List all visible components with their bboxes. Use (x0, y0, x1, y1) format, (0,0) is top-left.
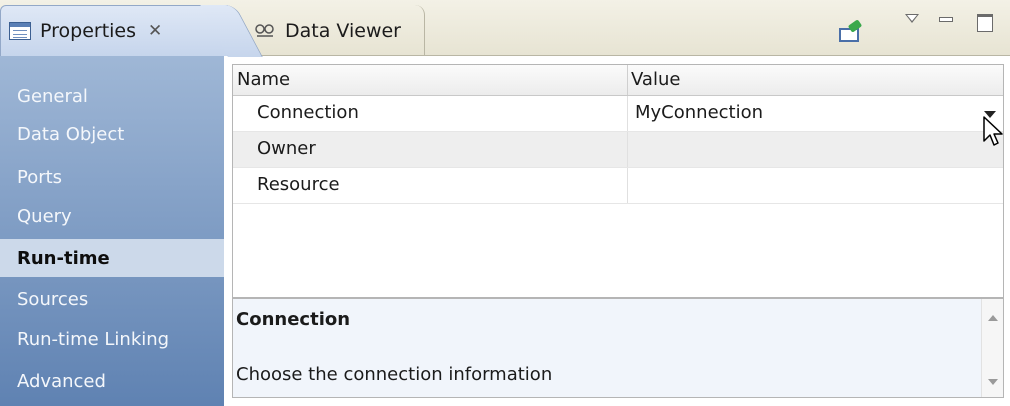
view-menu-icon[interactable] (905, 14, 919, 23)
properties-icon (9, 22, 31, 40)
sidebar-item-label: Ports (17, 166, 63, 188)
data-viewer-icon (254, 22, 276, 40)
mouse-cursor-icon (983, 116, 1003, 146)
description-text: Choose the connection information (236, 364, 553, 385)
sidebar-item-general[interactable]: General (0, 77, 224, 115)
table-header: Name Value (233, 65, 1003, 96)
description-title: Connection (236, 309, 351, 330)
sidebar-item-label: Query (17, 205, 72, 227)
pin-editor-icon[interactable] (837, 19, 863, 44)
column-header-value[interactable]: Value (631, 69, 680, 90)
description-scrollbar[interactable] (981, 299, 1003, 397)
table-row[interactable]: Connection MyConnection (233, 96, 1003, 132)
sidebar-item-label: Sources (17, 288, 89, 310)
close-tab-icon[interactable]: ✕ (148, 21, 162, 41)
tab-properties[interactable]: Properties ✕ (0, 5, 228, 56)
table-row[interactable]: Resource (233, 168, 1003, 204)
tab-properties-label: Properties (40, 20, 137, 42)
sidebar-item-run-time[interactable]: Run-time (0, 239, 224, 277)
sidebar-item-advanced[interactable]: Advanced (0, 362, 224, 400)
properties-sidebar: General Data Object Ports Query Run-time… (0, 56, 224, 406)
sidebar-item-data-object[interactable]: Data Object (0, 115, 224, 153)
scroll-up-icon[interactable] (988, 315, 998, 321)
sidebar-item-label: Advanced (17, 370, 106, 392)
table-row[interactable]: Owner (233, 132, 1003, 168)
property-value[interactable]: MyConnection (635, 102, 763, 123)
sidebar-item-label: Data Object (17, 123, 125, 145)
properties-table: Name Value Connection MyConnection Owner… (232, 64, 1004, 298)
sidebar-item-sources[interactable]: Sources (0, 280, 224, 318)
sidebar-item-label: Run-time (17, 247, 110, 269)
sidebar-item-label: Run-time Linking (17, 328, 170, 350)
property-name: Owner (257, 138, 316, 159)
sidebar-item-label: General (17, 85, 88, 107)
property-name: Resource (257, 174, 340, 195)
scroll-down-icon[interactable] (988, 379, 998, 385)
minimize-icon[interactable] (939, 17, 953, 22)
property-name: Connection (257, 102, 359, 123)
tab-data-viewer[interactable]: Data Viewer (240, 5, 425, 56)
sidebar-item-ports[interactable]: Ports (0, 158, 224, 196)
column-header-name[interactable]: Name (237, 69, 290, 90)
sidebar-item-run-time-linking[interactable]: Run-time Linking (0, 320, 224, 358)
maximize-icon[interactable] (977, 14, 993, 32)
view-tab-bar: Properties ✕ Data Viewer (0, 0, 1010, 56)
tab-data-viewer-label: Data Viewer (285, 19, 401, 42)
property-description-panel: Connection Choose the connection informa… (232, 298, 1004, 398)
sidebar-item-query[interactable]: Query (0, 197, 224, 235)
